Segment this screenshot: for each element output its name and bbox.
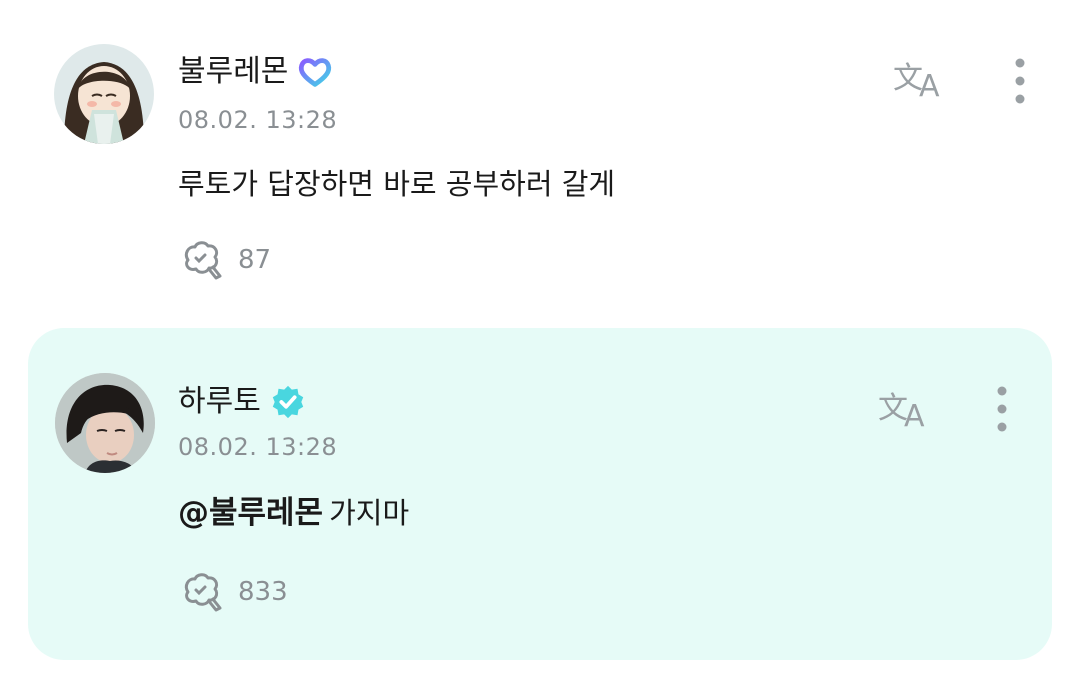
comment-item-highlighted: 하루토 08.02. 13:28 @불루레몬 가지마 833 文 A — [28, 328, 1052, 660]
translate-button[interactable]: 文 A — [878, 386, 934, 430]
comment-body: 가지마 — [329, 496, 410, 530]
svg-text:A: A — [904, 399, 925, 430]
comment-thread: 불루레몬 08.02. 13:28 루토가 답장하면 바로 공부하러 갈게 87… — [0, 0, 1080, 694]
like-bubble-icon — [184, 573, 222, 612]
like-button[interactable]: 87 — [178, 238, 271, 282]
translate-button[interactable]: 文 A — [893, 56, 949, 100]
like-count: 833 — [238, 577, 288, 607]
avatar-image — [54, 44, 154, 144]
translate-icon: 文 A — [878, 391, 925, 430]
timestamp: 08.02. 13:28 — [178, 433, 338, 461]
more-options-button[interactable] — [1010, 56, 1030, 106]
comment-text: 루토가 답장하면 바로 공부하러 갈게 — [178, 164, 615, 204]
avatar[interactable] — [54, 44, 154, 144]
comment-body: 루토가 답장하면 바로 공부하러 갈게 — [178, 167, 616, 201]
membership-heart-icon — [299, 58, 332, 87]
mention-link[interactable]: @불루레몬 — [178, 495, 323, 531]
timestamp: 08.02. 13:28 — [178, 106, 338, 134]
comment-text: @불루레몬 가지마 — [178, 493, 409, 533]
author-name[interactable]: 하루토 — [178, 382, 261, 422]
svg-text:A: A — [919, 69, 940, 100]
like-bubble-icon — [184, 241, 222, 280]
comment-item: 불루레몬 08.02. 13:28 루토가 답장하면 바로 공부하러 갈게 87… — [0, 0, 1080, 320]
more-vertical-icon — [997, 386, 1007, 432]
like-button[interactable]: 833 — [178, 570, 288, 614]
avatar[interactable] — [55, 373, 155, 473]
verified-check-icon — [272, 385, 304, 419]
author-row: 하루토 — [178, 382, 307, 422]
author-name[interactable]: 불루레몬 — [178, 52, 288, 92]
avatar-image — [55, 373, 155, 473]
translate-icon: 文 A — [893, 61, 940, 100]
author-row: 불루레몬 — [178, 52, 334, 92]
more-options-button[interactable] — [992, 384, 1012, 434]
like-count: 87 — [238, 245, 272, 275]
more-vertical-icon — [1015, 58, 1025, 104]
